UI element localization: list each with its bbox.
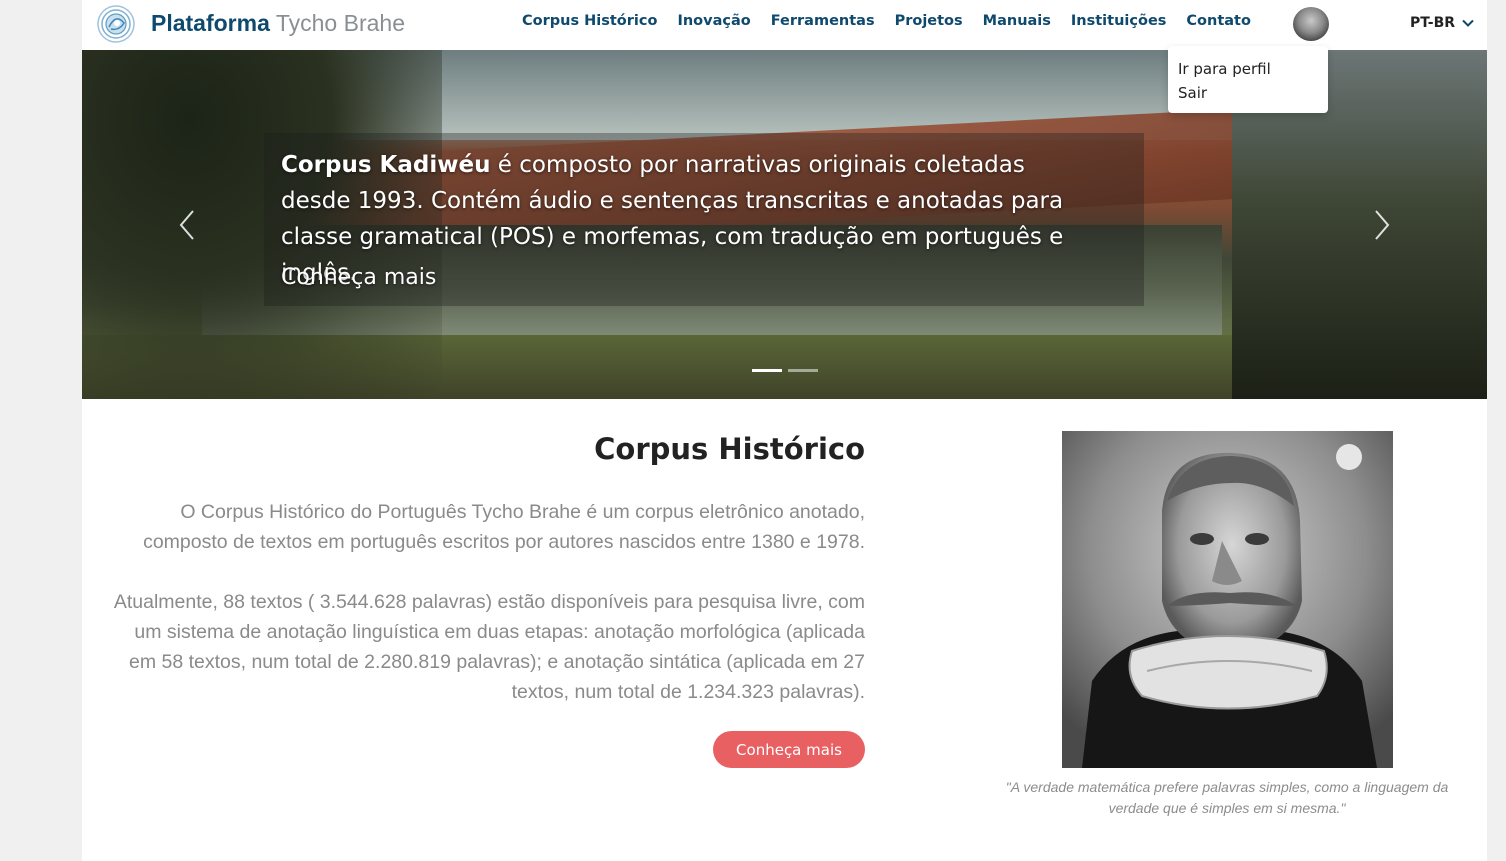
brand-name-light: Tycho Brahe: [275, 10, 405, 36]
nav-item-inovacao[interactable]: Inovação: [677, 13, 750, 29]
profile-dropdown-menu: Ir para perfil Sair: [1168, 46, 1328, 113]
hero-learn-more-link[interactable]: Conheça mais: [281, 265, 436, 290]
profile-menu-item-logout[interactable]: Sair: [1168, 81, 1328, 105]
nav-item-contato[interactable]: Contato: [1186, 13, 1251, 29]
nav-item-projetos[interactable]: Projetos: [895, 13, 963, 29]
main-nav: Corpus Histórico Inovação Ferramentas Pr…: [522, 13, 1251, 29]
learn-more-button[interactable]: Conheça mais: [713, 731, 865, 768]
carousel-indicator-1[interactable]: [752, 369, 782, 372]
chevron-right-icon: [1375, 210, 1390, 240]
user-avatar[interactable]: [1293, 7, 1329, 41]
chevron-down-icon: [1462, 19, 1474, 27]
carousel-indicators: [752, 369, 818, 372]
chevron-left-icon: [179, 210, 194, 240]
page: Plataforma Tycho Brahe Corpus Histórico …: [82, 0, 1487, 861]
top-navbar: Plataforma Tycho Brahe Corpus Histórico …: [82, 0, 1487, 50]
nav-item-manuais[interactable]: Manuais: [983, 13, 1051, 29]
language-selector[interactable]: PT-BR: [1410, 15, 1475, 31]
carousel-indicator-2[interactable]: [788, 369, 818, 372]
nav-item-instituicoes[interactable]: Instituições: [1071, 13, 1167, 29]
tycho-brahe-portrait: [1062, 431, 1393, 768]
brand-title[interactable]: Plataforma Tycho Brahe: [151, 9, 405, 37]
section-paragraph-stats: Atualmente, 88 textos ( 3.544.628 palavr…: [113, 591, 865, 703]
language-label: PT-BR: [1410, 15, 1456, 31]
hero-caption-bold: Corpus Kadiwéu: [281, 152, 491, 178]
profile-menu-item-go-to-profile[interactable]: Ir para perfil: [1168, 57, 1328, 81]
carousel-next-button[interactable]: [1370, 208, 1394, 242]
nav-item-ferramentas[interactable]: Ferramentas: [771, 13, 875, 29]
platform-logo-icon[interactable]: [97, 5, 135, 43]
carousel-prev-button[interactable]: [175, 208, 199, 242]
portrait-quote: "A verdade matemática prefere palavras s…: [1005, 779, 1449, 816]
section-title: Corpus Histórico: [594, 432, 865, 466]
section-paragraph-intro: O Corpus Histórico do Português Tycho Br…: [143, 501, 865, 553]
brand-name-bold: Plataforma: [151, 10, 270, 36]
nav-item-corpus-historico[interactable]: Corpus Histórico: [522, 13, 657, 29]
